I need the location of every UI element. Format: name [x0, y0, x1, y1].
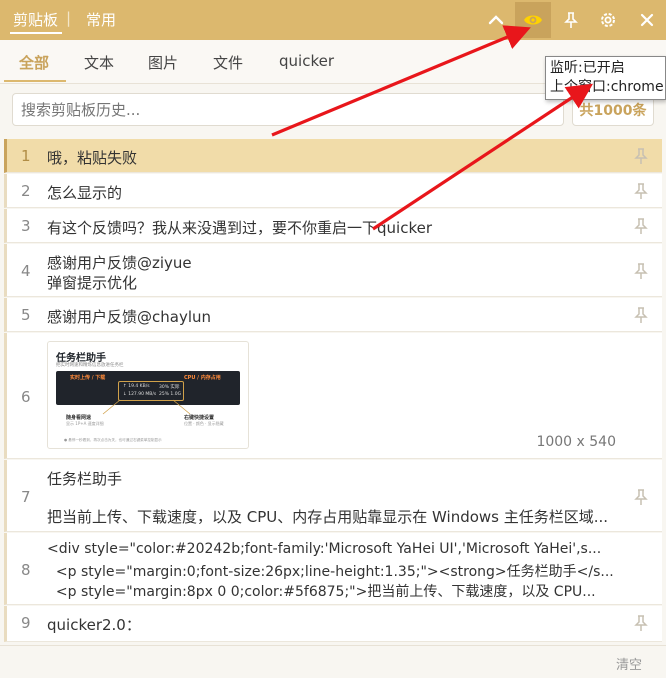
search-input[interactable] [12, 93, 564, 126]
item-number: 4 [21, 262, 31, 280]
item-number: 3 [21, 217, 31, 235]
thumb-box1-desc: 显示 1P+A 速度详细 [66, 421, 104, 426]
title-bar: 剪贴板 | 常用 [0, 0, 666, 40]
item-number: 2 [21, 182, 31, 200]
active-tab-underline [10, 32, 62, 34]
item-text: 哦，粘贴失败 [47, 149, 138, 167]
tab-file[interactable]: 文件 [213, 52, 243, 73]
item-number: 5 [21, 306, 31, 324]
list-item[interactable]: 9 quicker2.0： [4, 606, 662, 642]
pin-icon[interactable] [632, 488, 650, 506]
title-separator: | [66, 9, 72, 27]
tab-clipboard[interactable]: 剪贴板 [13, 9, 58, 30]
tooltip-monitor-status: 监听:已开启 [550, 60, 625, 76]
list-item[interactable]: 5 感谢用户反馈@chaylun [4, 298, 662, 332]
item-text: quicker2.0： [47, 616, 141, 634]
thumb-footnote: ● 悬停一秒看到，再次点击为关，也可通过右键菜单控制显示 [64, 438, 162, 442]
item-text-line1: <div style="color:#20242b;font-family:'M… [47, 541, 602, 557]
thumb-box2-title: 右键快捷设置 [184, 415, 215, 421]
pin-icon[interactable] [632, 147, 650, 165]
pin-window-button[interactable] [553, 2, 589, 38]
item-number: 1 [21, 147, 31, 165]
item-number: 7 [21, 488, 31, 506]
list-item[interactable]: 1 哦，粘贴失败 [4, 139, 662, 173]
list-item-image[interactable]: 6 任务栏助手 把实时网速和精炼信息放进任务栏 实时上传 / 下载 CPU / … [4, 333, 662, 459]
item-text: 怎么显示的 [47, 184, 123, 202]
item-text-line3: <p style="margin:8px 0 0;color:#5f6875;"… [47, 584, 596, 600]
pin-icon[interactable] [632, 262, 650, 280]
image-dimensions: 1000 x 540 [536, 434, 616, 450]
item-number: 6 [21, 388, 31, 406]
eye-icon [524, 15, 542, 25]
tab-image[interactable]: 图片 [148, 52, 178, 73]
item-text-line2: 把当前上传、下载速度，以及 CPU、内存占用贴靠显示在 Windows 主任务栏… [47, 508, 609, 526]
image-thumbnail: 任务栏助手 把实时网速和精炼信息放进任务栏 实时上传 / 下载 CPU / 内存… [47, 341, 249, 449]
item-text: 感谢用户反馈@chaylun [47, 308, 212, 326]
collapse-button[interactable] [478, 2, 514, 38]
pin-icon[interactable] [632, 306, 650, 324]
thumb-box2-desc: 位置 · 颜色 · 显示隐藏 [184, 421, 224, 426]
pin-icon[interactable] [632, 217, 650, 235]
tab-quicker[interactable]: quicker [279, 52, 334, 70]
chevron-up-icon [488, 15, 504, 25]
item-text: 有这个反馈吗？我从来没遇到过，要不你重启一下quicker [47, 219, 432, 237]
list-item[interactable]: 4 感谢用户反馈@ziyue 弹窗提示优化 [4, 244, 662, 297]
item-text-line2: 弹窗提示优化 [47, 274, 138, 292]
thumb-connector-lines [102, 399, 191, 415]
pin-icon [564, 12, 578, 28]
active-category-underline [4, 80, 66, 82]
list-item[interactable]: 2 怎么显示的 [4, 174, 662, 208]
gear-icon [601, 13, 615, 27]
settings-button[interactable] [590, 2, 626, 38]
item-number: 9 [21, 614, 31, 632]
monitor-tooltip: 监听:已开启 上个窗口:chrome [545, 56, 666, 100]
monitor-toggle-button[interactable] [515, 2, 551, 38]
tab-common[interactable]: 常用 [86, 9, 116, 30]
close-icon [640, 13, 654, 27]
pin-icon[interactable] [632, 614, 650, 632]
item-number: 8 [21, 561, 31, 579]
item-text-line2: <p style="margin:0;font-size:26px;line-h… [47, 564, 614, 580]
list-item[interactable]: 7 任务栏助手 把当前上传、下载速度，以及 CPU、内存占用贴靠显示在 Wind… [4, 460, 662, 532]
tab-text[interactable]: 文本 [84, 52, 114, 73]
item-text-line1: 任务栏助手 [47, 470, 123, 488]
pin-icon[interactable] [632, 182, 650, 200]
item-text-line1: 感谢用户反馈@ziyue [47, 254, 192, 272]
footer-bar: 清空 [0, 645, 666, 678]
close-button[interactable] [629, 2, 665, 38]
list-item-code[interactable]: 8 <div style="color:#20242b;font-family:… [4, 533, 662, 605]
tooltip-last-window: 上个窗口:chrome [550, 79, 664, 95]
clear-button[interactable]: 清空 [616, 654, 642, 673]
list-item[interactable]: 3 有这个反馈吗？我从来没遇到过，要不你重启一下quicker [4, 209, 662, 243]
tab-all[interactable]: 全部 [19, 52, 49, 73]
thumb-box1-title: 随身看网速 [66, 415, 92, 421]
